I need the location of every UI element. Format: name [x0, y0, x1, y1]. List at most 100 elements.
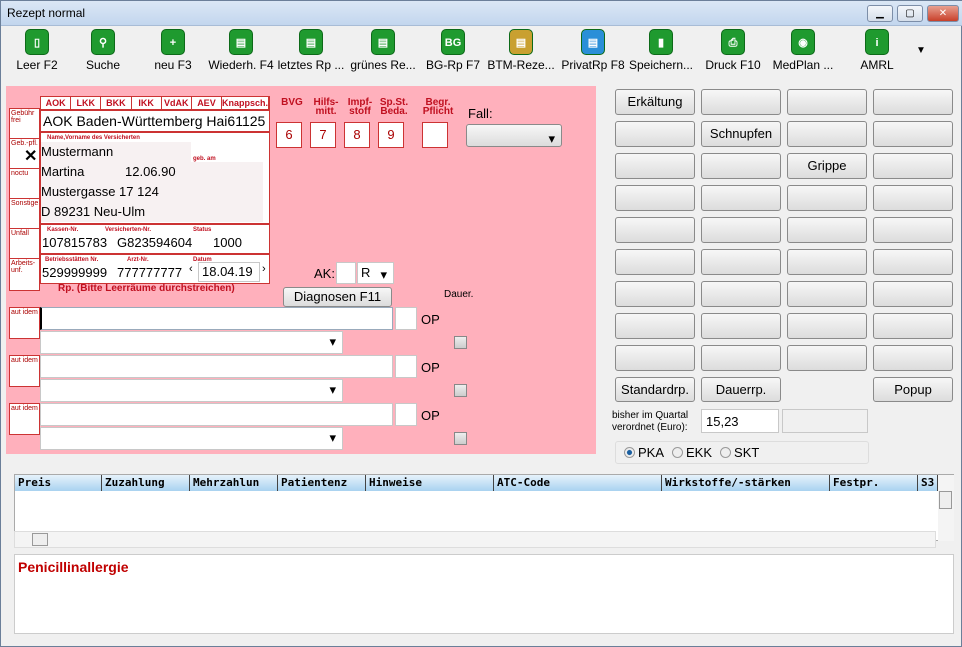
dosage-dropdown[interactable]: [40, 427, 343, 450]
dauerrp-button[interactable]: Dauerrp.: [701, 377, 781, 402]
quick-button-13[interactable]: [701, 185, 781, 211]
quick-button-24[interactable]: [615, 281, 695, 307]
insurance-type-2[interactable]: BKK: [101, 97, 132, 109]
quick-button-16[interactable]: [615, 217, 695, 243]
quick-button-4[interactable]: [615, 121, 695, 147]
marker-box-3[interactable]: 9: [378, 122, 404, 148]
quick-button-32[interactable]: [615, 345, 695, 371]
toolbar-button-save[interactable]: ▮ Speichern...: [625, 29, 697, 72]
column-header[interactable]: ATC-Code: [494, 475, 662, 491]
toolbar-button-print[interactable]: ⎙ Druck F10: [697, 29, 769, 72]
side-label-3[interactable]: Sonstige: [9, 198, 40, 231]
insurance-type-4[interactable]: VdAK: [162, 97, 192, 109]
fall-dropdown[interactable]: [466, 124, 562, 151]
marker-box-2[interactable]: 8: [344, 122, 370, 148]
dauer-checkbox[interactable]: [454, 336, 467, 349]
quick-button-11[interactable]: [873, 153, 953, 179]
column-header[interactable]: Mehrzahlun: [190, 475, 278, 491]
quick-button-33[interactable]: [701, 345, 781, 371]
dauer-checkbox[interactable]: [454, 432, 467, 445]
quick-button-10[interactable]: Grippe: [787, 153, 867, 179]
insurance-type-5[interactable]: AEV: [192, 97, 223, 109]
quick-button-29[interactable]: [701, 313, 781, 339]
side-label-2[interactable]: noctu: [9, 168, 40, 201]
standardrp-button[interactable]: Standardrp.: [615, 377, 695, 402]
insurance-type-3[interactable]: IKK: [132, 97, 162, 109]
date-next-icon[interactable]: ›: [262, 263, 266, 275]
column-header[interactable]: Zuzahlung: [102, 475, 190, 491]
aut-idem-box[interactable]: aut idem: [9, 403, 40, 435]
quick-button-35[interactable]: [873, 345, 953, 371]
radio-pka[interactable]: PKA: [624, 445, 664, 460]
minimize-button[interactable]: ▁: [867, 5, 893, 22]
quick-button-27[interactable]: [873, 281, 953, 307]
quick-button-28[interactable]: [615, 313, 695, 339]
quick-button-14[interactable]: [787, 185, 867, 211]
quick-button-26[interactable]: [787, 281, 867, 307]
toolbar-button-bg-prescription[interactable]: BG BG-Rp F7: [417, 29, 489, 72]
medication-input[interactable]: [40, 307, 393, 330]
quick-button-21[interactable]: [701, 249, 781, 275]
insurance-type-1[interactable]: LKK: [71, 97, 102, 109]
aut-idem-box[interactable]: aut idem: [9, 307, 40, 339]
quick-button-6[interactable]: [787, 121, 867, 147]
quick-button-22[interactable]: [787, 249, 867, 275]
side-label-0[interactable]: Gebühr frei: [9, 108, 40, 141]
column-header[interactable]: Festpr.: [830, 475, 918, 491]
notes-area[interactable]: Penicillinallergie: [14, 554, 954, 634]
quick-button-7[interactable]: [873, 121, 953, 147]
quick-button-20[interactable]: [615, 249, 695, 275]
toolbar-button-medplan[interactable]: ◉ MedPlan ...: [767, 29, 839, 72]
quick-button-23[interactable]: [873, 249, 953, 275]
quantity-input[interactable]: [395, 355, 417, 378]
quick-button-25[interactable]: [701, 281, 781, 307]
date-field[interactable]: 18.04.19: [198, 262, 260, 282]
quick-button-30[interactable]: [787, 313, 867, 339]
toolbar-overflow-icon[interactable]: ▼: [916, 45, 926, 56]
side-label-4[interactable]: Unfall: [9, 228, 40, 261]
close-button[interactable]: ✕: [927, 5, 959, 22]
medication-input[interactable]: [40, 355, 393, 378]
insurance-type-6[interactable]: Knappsch.: [222, 97, 270, 109]
quantity-input[interactable]: [395, 307, 417, 330]
column-header[interactable]: Preis: [15, 475, 102, 491]
quick-button-31[interactable]: [873, 313, 953, 339]
quick-button-34[interactable]: [787, 345, 867, 371]
toolbar-button-blank-page[interactable]: ▯ Leer F2: [1, 29, 73, 72]
quick-button-8[interactable]: [615, 153, 695, 179]
toolbar-button-search[interactable]: ⚲ Suche: [67, 29, 139, 72]
quick-button-3[interactable]: [873, 89, 953, 115]
insurance-type-0[interactable]: AOK: [41, 97, 72, 109]
toolbar-button-green-prescription[interactable]: ▤ grünes Re...: [347, 29, 419, 72]
quantity-input[interactable]: [395, 403, 417, 426]
toolbar-button-btm-prescription[interactable]: ▤ BTM-Reze...: [485, 29, 557, 72]
toolbar-button-repeat-prescription[interactable]: ▤ Wiederh. F4: [205, 29, 277, 72]
radio-skt[interactable]: SKT: [720, 445, 759, 460]
marker-box-0[interactable]: 6: [276, 122, 302, 148]
table-vertical-scrollbar[interactable]: [938, 475, 954, 541]
quick-button-12[interactable]: [615, 185, 695, 211]
quick-button-15[interactable]: [873, 185, 953, 211]
date-prev-icon[interactable]: ‹: [189, 263, 193, 275]
dauer-checkbox[interactable]: [454, 384, 467, 397]
side-label-5[interactable]: Arbeits-unf.: [9, 258, 40, 291]
aut-idem-box[interactable]: aut idem: [9, 355, 40, 387]
quick-button-19[interactable]: [873, 217, 953, 243]
toolbar-button-info[interactable]: i AMRL: [841, 29, 913, 72]
dosage-dropdown[interactable]: [40, 331, 343, 354]
marker-box-4[interactable]: [422, 122, 448, 148]
toolbar-button-private-prescription[interactable]: ▤ PrivatRp F8: [557, 29, 629, 72]
quick-button-1[interactable]: [701, 89, 781, 115]
toolbar-button-new-bottle[interactable]: + neu F3: [137, 29, 209, 72]
column-header[interactable]: S3: [918, 475, 938, 491]
column-header[interactable]: Hinweise: [366, 475, 494, 491]
maximize-button[interactable]: ▢: [897, 5, 923, 22]
radio-ekk[interactable]: EKK: [672, 445, 712, 460]
diagnosen-button[interactable]: Diagnosen F11: [283, 287, 392, 307]
popup-button[interactable]: Popup: [873, 377, 953, 402]
quick-button-5[interactable]: Schnupfen: [701, 121, 781, 147]
medication-input[interactable]: [40, 403, 393, 426]
quick-button-17[interactable]: [701, 217, 781, 243]
quick-button-2[interactable]: [787, 89, 867, 115]
quick-button-18[interactable]: [787, 217, 867, 243]
